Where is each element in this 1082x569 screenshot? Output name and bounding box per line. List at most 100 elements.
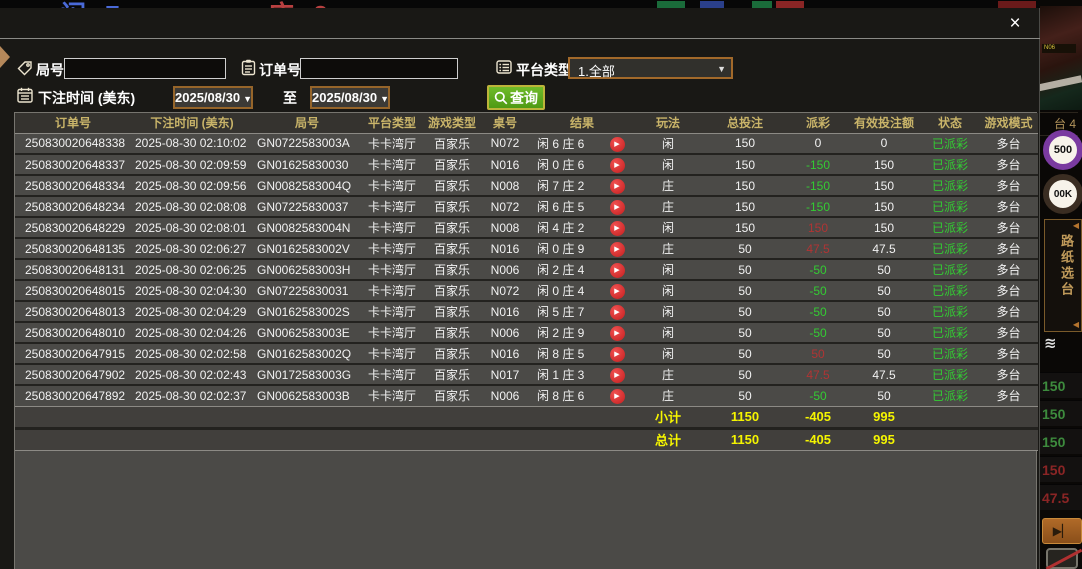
order-no-cell: 250830020648015 <box>15 280 131 301</box>
replay-button[interactable]: ▶ <box>610 158 625 173</box>
result-cell: 闲 6 庄 6 <box>529 133 599 154</box>
total-bet-cell: 150 <box>701 133 789 154</box>
replay-button[interactable]: ▶ <box>610 284 625 299</box>
order-no-cell: 250830020648234 <box>15 196 131 217</box>
payout-cell: 50 <box>789 343 847 364</box>
game-no-cell: GN0162583002V <box>253 238 361 259</box>
calendar-icon <box>17 87 33 103</box>
status-badge: 已派彩 <box>921 364 979 385</box>
replay-button[interactable]: ▶ <box>610 347 625 362</box>
game-no-cell: GN0062583003H <box>253 259 361 280</box>
order-no-cell: 250830020648337 <box>15 154 131 175</box>
valid-bet-cell: 50 <box>847 343 921 364</box>
replay-cell: ▶ <box>599 175 635 196</box>
chip-500[interactable]: 500 <box>1043 130 1082 170</box>
payout-cell: 150 <box>789 217 847 238</box>
status-badge: 已派彩 <box>921 385 979 406</box>
game-no-cell: GN0082583004N <box>253 217 361 238</box>
play-type-cell: 闲 <box>635 301 701 322</box>
background-game-right-strip: N06 台 4 500 00K ◀ 路纸选台 ◀ ≋ 1501501501504… <box>1040 0 1082 569</box>
table-row: 2508300206483382025-08-30 02:10:02GN0722… <box>15 133 1038 154</box>
order-no-cell: 250830020648013 <box>15 301 131 322</box>
result-cell: 闲 1 庄 3 <box>529 364 599 385</box>
replay-button[interactable]: ▶ <box>610 389 625 404</box>
col-play-type: 玩法 <box>635 113 701 133</box>
platform-cell: 卡卡湾厅 <box>361 259 423 280</box>
replay-button[interactable]: ▶ <box>610 263 625 278</box>
mode-cell: 多台 <box>979 259 1038 280</box>
order-no-cell: 250830020648338 <box>15 133 131 154</box>
col-valid-bet: 有效投注额 <box>847 113 921 133</box>
platform-type-value: 1.全部 <box>578 64 615 79</box>
table-row: 2508300206483342025-08-30 02:09:56GN0082… <box>15 175 1038 196</box>
road-select-panel[interactable]: ◀ 路纸选台 ◀ <box>1044 219 1082 332</box>
payout-cell: 47.5 <box>789 238 847 259</box>
close-button[interactable]: × <box>1004 14 1026 34</box>
result-cell: 闲 4 庄 2 <box>529 217 599 238</box>
skip-next-button[interactable]: ▶▏ <box>1042 518 1082 544</box>
chat-disabled-icon[interactable] <box>1046 548 1078 569</box>
play-type-cell: 庄 <box>635 385 701 406</box>
total-bet-cell: 50 <box>701 238 789 259</box>
valid-bet-cell: 150 <box>847 175 921 196</box>
col-status: 状态 <box>921 113 979 133</box>
table-body: 2508300206483382025-08-30 02:10:02GN0722… <box>15 133 1038 406</box>
mode-cell: 多台 <box>979 280 1038 301</box>
table-no-cell: N072 <box>481 133 529 154</box>
game-no-cell: GN07225830031 <box>253 280 361 301</box>
bet-time-cell: 2025-08-30 02:02:43 <box>131 364 253 385</box>
status-badge: 已派彩 <box>921 175 979 196</box>
chip-100k[interactable]: 00K <box>1043 174 1082 214</box>
game-no-label: 局号 <box>36 60 64 80</box>
replay-cell: ▶ <box>599 259 635 280</box>
game-no-cell: GN0162583002Q <box>253 343 361 364</box>
table-no-cell: N017 <box>481 364 529 385</box>
col-table-no: 桌号 <box>481 113 529 133</box>
mode-cell: 多台 <box>979 343 1038 364</box>
result-cell: 闲 0 庄 6 <box>529 154 599 175</box>
clipboard-icon <box>241 59 256 76</box>
replay-button[interactable]: ▶ <box>610 242 625 257</box>
result-cell: 闲 8 庄 6 <box>529 385 599 406</box>
play-type-cell: 庄 <box>635 238 701 259</box>
chevron-down-icon: ▼ <box>380 94 389 104</box>
table-row: 2508300206479022025-08-30 02:02:43GN0172… <box>15 364 1038 385</box>
query-button[interactable]: 查询 <box>487 85 545 110</box>
road-arrow-icon[interactable]: ◀ <box>1073 321 1079 329</box>
background-player-label: 闲 7 <box>60 0 126 8</box>
replay-button[interactable]: ▶ <box>610 221 625 236</box>
play-type-cell: 庄 <box>635 364 701 385</box>
valid-bet-cell: 50 <box>847 301 921 322</box>
background-fragment <box>657 1 685 8</box>
grand-total-label: 总计 <box>635 428 701 450</box>
bet-time-cell: 2025-08-30 02:06:27 <box>131 238 253 259</box>
result-cell: 闲 6 庄 5 <box>529 196 599 217</box>
order-no-input[interactable] <box>300 58 458 79</box>
date-from-select[interactable]: 2025/08/30▼ <box>173 86 253 109</box>
table-no-cell: N016 <box>481 343 529 364</box>
platform-type-select[interactable]: 1.全部 ▼ <box>568 57 733 79</box>
replay-button[interactable]: ▶ <box>610 179 625 194</box>
date-to-select[interactable]: 2025/08/30▼ <box>310 86 390 109</box>
game-no-cell: GN0162583002S <box>253 301 361 322</box>
game-no-input[interactable] <box>64 58 226 79</box>
bet-time-cell: 2025-08-30 02:06:25 <box>131 259 253 280</box>
mode-cell: 多台 <box>979 301 1038 322</box>
replay-button[interactable]: ▶ <box>610 200 625 215</box>
total-bet-cell: 50 <box>701 322 789 343</box>
replay-button[interactable]: ▶ <box>610 326 625 341</box>
background-game-scene: N06 <box>1040 6 1082 110</box>
play-type-cell: 闲 <box>635 217 701 238</box>
col-game-no: 局号 <box>253 113 361 133</box>
table-row: 2508300206478922025-08-30 02:02:37GN0062… <box>15 385 1038 406</box>
grand-total-total-bet: 1150 <box>701 428 789 450</box>
game-type-cell: 百家乐 <box>423 196 481 217</box>
platform-cell: 卡卡湾厅 <box>361 385 423 406</box>
mode-cell: 多台 <box>979 238 1038 259</box>
replay-button[interactable]: ▶ <box>610 137 625 152</box>
road-arrow-icon[interactable]: ◀ <box>1073 222 1079 230</box>
replay-button[interactable]: ▶ <box>610 305 625 320</box>
background-fragment <box>700 1 724 8</box>
replay-button[interactable]: ▶ <box>610 368 625 383</box>
valid-bet-cell: 50 <box>847 385 921 406</box>
